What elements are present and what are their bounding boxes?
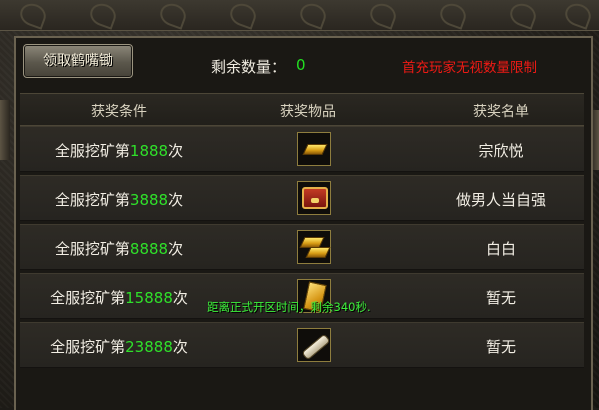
winner-cell: 宗欣悦 (478, 142, 524, 160)
condition-count: 3888 (129, 191, 169, 209)
condition-cell: 全服挖矿第8888次 (20, 238, 218, 259)
table-row: 全服挖矿第3888次 做男人当自强 (20, 175, 584, 221)
condition-prefix: 全服挖矿第 (54, 240, 130, 258)
winner-cell: 暂无 (485, 289, 516, 307)
condition-cell: 全服挖矿第1888次 (20, 140, 218, 161)
ornament-swirl-icon (367, 0, 399, 30)
gold-bars-stack-icon (305, 247, 331, 258)
ornament-swirl-icon (562, 0, 594, 30)
condition-prefix: 全服挖矿第 (50, 338, 126, 356)
table-row: 全服挖矿第23888次 暂无 (20, 322, 584, 368)
left-frame-decoration (0, 100, 10, 160)
gold-bar-icon (302, 144, 328, 155)
condition-count: 8888 (129, 240, 169, 258)
scroll-icon (301, 333, 331, 361)
claim-pickaxe-button[interactable]: 领取鹤嘴锄 (23, 44, 133, 78)
condition-suffix: 次 (168, 191, 184, 209)
condition-suffix: 次 (168, 240, 184, 258)
condition-count: 15888 (125, 289, 173, 307)
reward-item-slot[interactable] (297, 132, 331, 166)
remaining-count: 0 (296, 56, 306, 74)
winner-cell: 做男人当自强 (455, 191, 546, 209)
reward-item-slot[interactable] (297, 230, 331, 264)
column-header-condition: 获奖条件 (91, 104, 147, 120)
reward-item-slot[interactable] (297, 328, 331, 362)
condition-count: 23888 (125, 338, 173, 356)
table-row: 全服挖矿第8888次 白白 (20, 224, 584, 270)
condition-cell: 全服挖矿第23888次 (20, 336, 218, 357)
reward-item-slot[interactable] (297, 181, 331, 215)
ornament-swirl-icon (507, 0, 539, 30)
ornament-swirl-icon (17, 0, 49, 30)
condition-suffix: 次 (168, 142, 184, 160)
condition-prefix: 全服挖矿第 (54, 142, 130, 160)
treasure-chest-icon (302, 187, 328, 209)
ornament-swirl-icon (297, 0, 329, 30)
condition-count: 1888 (129, 142, 169, 160)
table-header: 获奖条件 获奖物品 获奖名单 (20, 93, 584, 126)
top-ornament-bar (0, 0, 599, 31)
ornament-swirl-icon (87, 0, 119, 30)
ornament-swirl-icon (157, 0, 189, 30)
winner-cell: 暂无 (485, 338, 516, 356)
condition-cell: 全服挖矿第15888次 (20, 287, 218, 308)
first-recharge-notice: 首充玩家无视数量限制 (402, 60, 537, 76)
condition-suffix: 次 (172, 289, 188, 307)
remaining-label: 剩余数量： (211, 58, 287, 76)
column-header-winner: 获奖名单 (473, 104, 529, 120)
ornament-swirl-icon (437, 0, 469, 30)
condition-prefix: 全服挖矿第 (54, 191, 130, 209)
winner-cell: 白白 (485, 240, 516, 258)
column-header-item: 获奖物品 (280, 104, 336, 120)
server-open-countdown: 距离正式开区时间，剩余340秒. (207, 300, 371, 314)
condition-cell: 全服挖矿第3888次 (20, 189, 218, 210)
table-row: 全服挖矿第1888次 宗欣悦 (20, 126, 584, 172)
condition-suffix: 次 (172, 338, 188, 356)
condition-prefix: 全服挖矿第 (50, 289, 126, 307)
ornament-swirl-icon (227, 0, 259, 30)
